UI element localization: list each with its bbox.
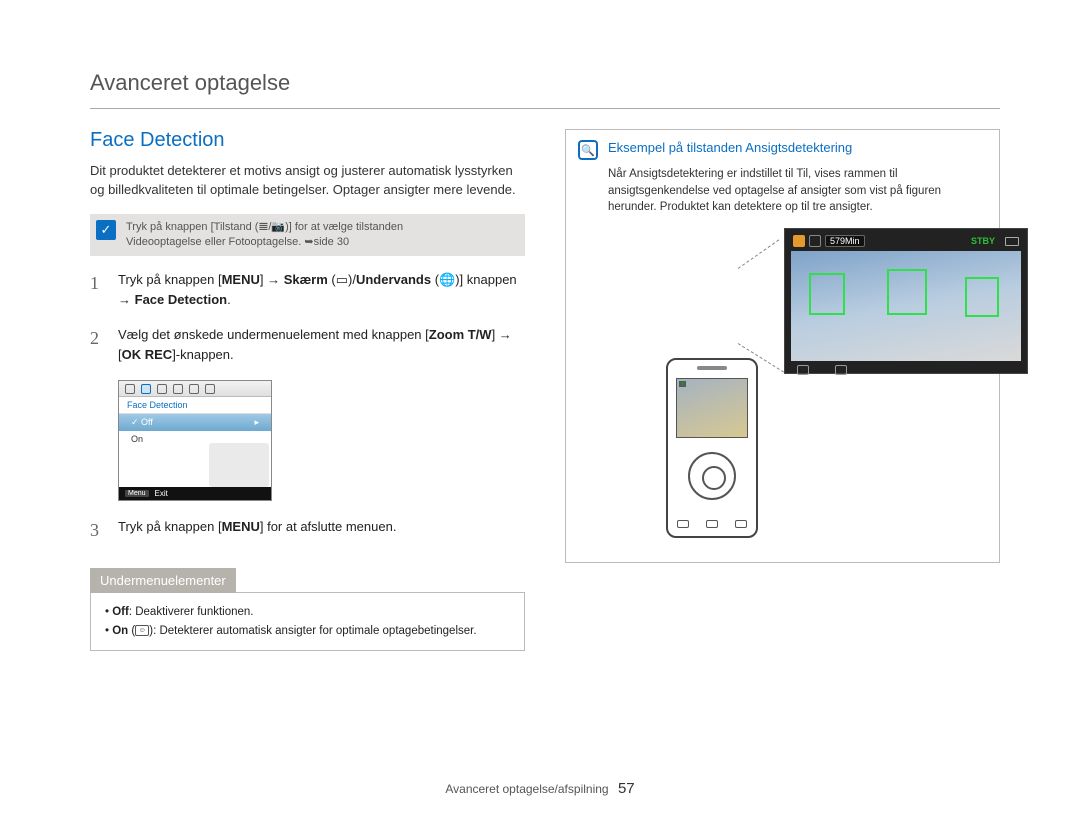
step-3: 3 Tryk på knappen [MENU] for at afslutte… — [90, 517, 525, 544]
page-number: 57 — [618, 780, 635, 797]
step-body: Vælg det ønskede undermenuelement med kn… — [118, 325, 525, 364]
step-body: Tryk på knappen [MENU] for at afslutte m… — [118, 517, 396, 544]
step-1: 1 Tryk på knappen [MENU] → Skærm (▭)/Und… — [90, 270, 525, 309]
checkmark-icon: ✓ — [96, 220, 116, 240]
face-detection-box — [887, 269, 927, 315]
example-text: Når Ansigtsdetektering er indstillet til… — [608, 166, 987, 216]
display-status-bar: 579Min STBY — [789, 233, 1023, 249]
tab-icon — [189, 384, 199, 394]
menu-screenshot: Face Detection ✓ Off▸ On Menu Exit — [118, 380, 272, 501]
display-icon — [835, 365, 847, 375]
mode-icon — [793, 235, 805, 247]
display-icon — [797, 365, 809, 375]
stby-label: STBY — [971, 236, 995, 246]
device-button-icon — [677, 520, 689, 528]
section-title: Face Detection — [90, 129, 525, 152]
display-popout: 579Min STBY — [784, 228, 1028, 374]
example-figure: ■ 579Min — [608, 228, 987, 548]
chapter-title: Avanceret optagelse — [90, 70, 1000, 96]
step-number: 3 — [90, 517, 104, 544]
device-buttons — [668, 520, 756, 528]
example-title: Eksempel på tilstanden Ansigtsdetekterin… — [608, 140, 852, 155]
menu-preview-image — [209, 443, 269, 487]
intro-text: Dit produktet detekterer et motivs ansig… — [90, 162, 525, 200]
example-box: 🔍 Eksempel på tilstanden Ansigtsdetekter… — [565, 129, 1000, 563]
device-button-icon — [706, 520, 718, 528]
submenu-box: Off: Deaktiverer funktionen. On (☺): Det… — [90, 592, 525, 651]
device-screen: ■ — [676, 378, 748, 438]
face-detection-box — [809, 273, 845, 315]
tip-bar: ✓ Tryk på knappen [Tilstand (𝌆/📷)] for a… — [90, 214, 525, 257]
footer-text: Avanceret optagelse/afspilning — [445, 782, 608, 796]
device-screen-label: ■ — [679, 381, 686, 387]
display-bottom-icons — [789, 363, 1023, 377]
tab-icon — [173, 384, 183, 394]
display-preview — [791, 251, 1021, 361]
tab-icon — [125, 384, 135, 394]
menu-row-off: ✓ Off▸ — [119, 414, 271, 431]
tab-icon — [157, 384, 167, 394]
submenu-item-off: Off: Deaktiverer funktionen. — [105, 603, 510, 621]
submenu-heading: Undermenuelementer — [90, 568, 236, 593]
step-2: 2 Vælg det ønskede undermenuelement med … — [90, 325, 525, 364]
step-number: 1 — [90, 270, 104, 309]
menu-button-icon: Menu — [125, 490, 149, 497]
menu-footer: Menu Exit — [119, 487, 271, 500]
face-icon: ☺ — [135, 625, 149, 636]
page-footer: Avanceret optagelse/afspilning 57 — [0, 780, 1080, 797]
menu-exit-label: Exit — [155, 489, 168, 498]
face-detection-box — [965, 277, 999, 317]
battery-icon — [1005, 237, 1019, 246]
tab-icon — [205, 384, 215, 394]
device-button-icon — [735, 520, 747, 528]
callout-line — [738, 239, 780, 268]
menu-header: Face Detection — [119, 397, 271, 414]
device-illustration: ■ — [666, 358, 758, 538]
magnifier-icon: 🔍 — [578, 140, 598, 160]
step-body: Tryk på knappen [MENU] → Skærm (▭)/Under… — [118, 270, 525, 309]
time-remaining: 579Min — [825, 235, 865, 247]
tip-text: Tryk på knappen [Tilstand (𝌆/📷)] for at … — [126, 220, 403, 251]
tab-icon-active — [141, 384, 151, 394]
step-number: 2 — [90, 325, 104, 364]
device-control-wheel — [688, 452, 736, 500]
face-detect-icon — [809, 235, 821, 247]
menu-body: On — [119, 431, 271, 487]
divider — [90, 108, 1000, 109]
menu-tabs — [119, 381, 271, 397]
submenu-item-on: On (☺): Detekterer automatisk ansigter f… — [105, 622, 510, 640]
